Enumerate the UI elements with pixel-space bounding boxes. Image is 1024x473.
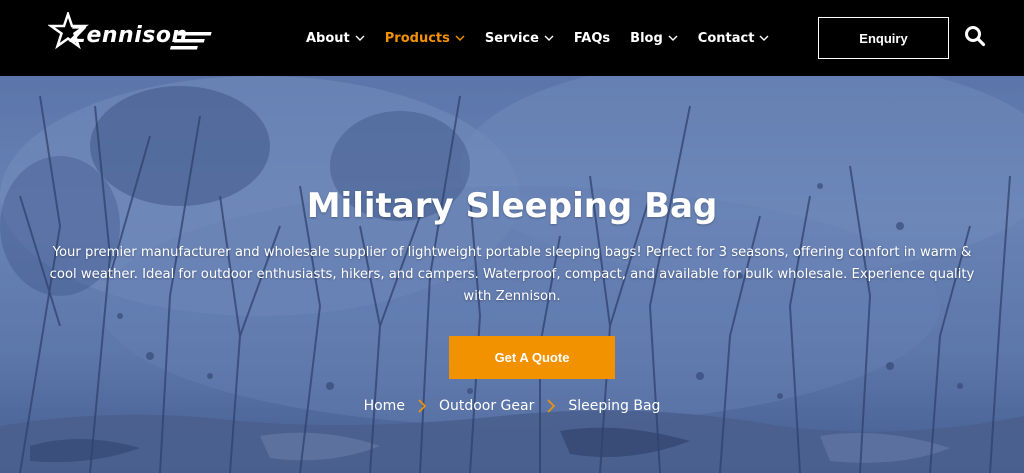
site-header: Zennison About Products Service FAQs Blo… — [0, 0, 1024, 76]
nav-blog-label: Blog — [630, 30, 663, 46]
page-title: Military Sleeping Bag — [306, 186, 718, 226]
breadcrumb-sleeping-bag: Sleeping Bag — [568, 398, 661, 414]
hero-description: Your premier manufacturer and wholesale … — [49, 245, 975, 304]
nav-products-label: Products — [384, 30, 450, 46]
breadcrumb-outdoor-gear[interactable]: Outdoor Gear — [439, 398, 534, 414]
nav-faqs[interactable]: FAQs — [574, 31, 610, 46]
nav-service[interactable]: Service — [485, 31, 554, 46]
nav-contact[interactable]: Contact — [698, 31, 770, 46]
chevron-right-icon — [547, 399, 556, 413]
search-icon[interactable] — [963, 24, 987, 48]
nav-products[interactable]: Products — [385, 31, 465, 46]
breadcrumb: Home Outdoor Gear Sleeping Bag — [0, 398, 1024, 414]
chevron-down-icon — [355, 35, 365, 41]
get-a-quote-button[interactable]: Get A Quote — [449, 336, 615, 379]
nav-faqs-label: FAQs — [573, 30, 611, 46]
nav-contact-label: Contact — [697, 30, 755, 46]
chevron-down-icon — [668, 35, 678, 41]
breadcrumb-home[interactable]: Home — [364, 398, 405, 414]
hero-section: Military Sleeping Bag Your premier manuf… — [0, 76, 1024, 473]
logo-text: Zennison — [70, 23, 188, 48]
nav-service-label: Service — [484, 30, 539, 46]
nav-about-label: About — [306, 30, 350, 46]
nav-about[interactable]: About — [306, 31, 365, 46]
chevron-down-icon — [759, 35, 769, 41]
chevron-down-icon — [544, 35, 554, 41]
chevron-down-icon — [455, 35, 465, 41]
main-nav: About Products Service FAQs Blog Contact — [306, 0, 789, 76]
zennison-logo[interactable]: Zennison — [48, 12, 220, 62]
chevron-right-icon — [418, 399, 427, 413]
enquiry-button[interactable]: Enquiry — [818, 17, 949, 59]
nav-blog[interactable]: Blog — [630, 31, 678, 46]
